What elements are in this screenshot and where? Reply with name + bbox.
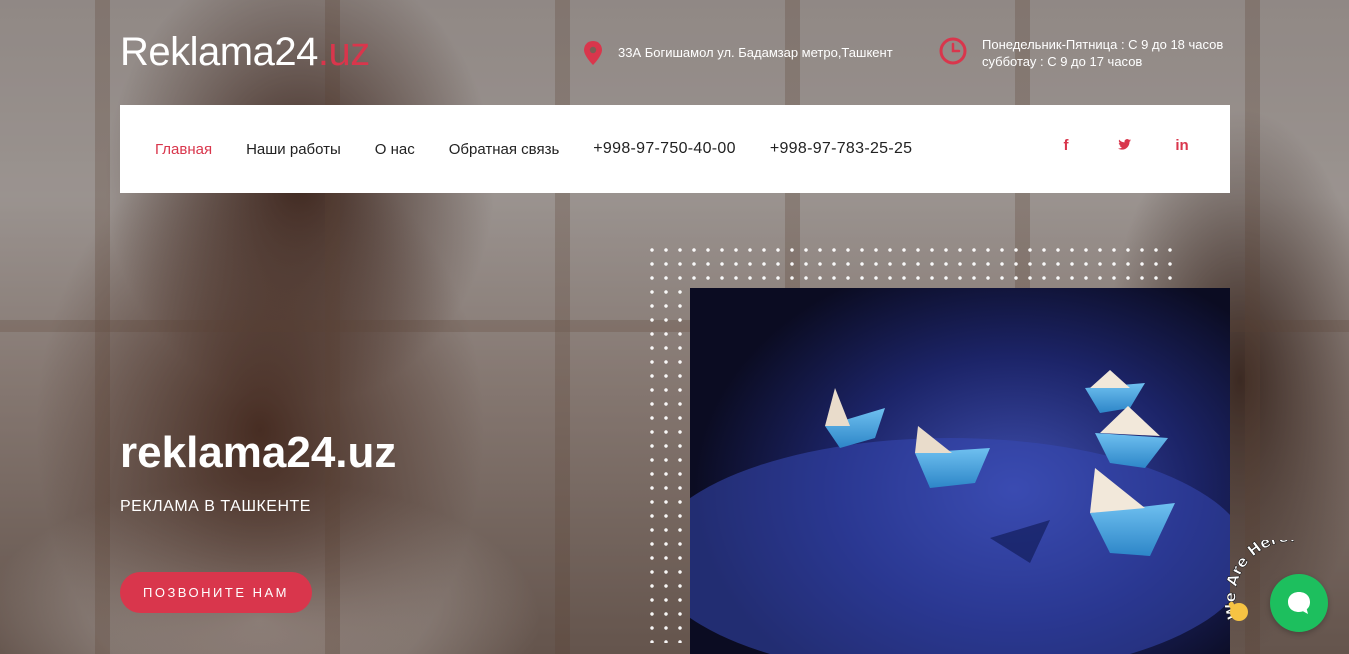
hours-saturday: субботау : С 9 до 17 часов [982,54,1143,69]
call-us-button[interactable]: ПОЗВОНИТЕ НАМ [120,572,312,613]
header-hours: Понедельник-Пятница : С 9 до 18 часов су… [938,36,1223,70]
nav-about[interactable]: О нас [375,141,415,158]
location-pin-icon [584,41,602,65]
paper-boat [1085,370,1145,413]
nav-phone-2[interactable]: +998-97-783-25-25 [770,140,913,158]
hero-title: reklama24.uz [120,428,397,477]
main-navbar: Главная Наши работы О нас Обратная связь… [120,105,1230,193]
social-links: f in [1058,137,1190,156]
chat-open-button[interactable] [1270,574,1328,632]
nav-our-works[interactable]: Наши работы [246,141,341,158]
logo-name: Reklama24 [120,30,318,74]
nav-phone-1[interactable]: +998-97-750-40-00 [593,140,736,158]
hero-subtitle: РЕКЛАМА В ТАШКЕНТЕ [120,498,311,515]
site-logo[interactable]: Reklama24.uz [120,30,370,75]
chat-bubble-icon [1288,592,1310,614]
nav-feedback[interactable]: Обратная связь [449,141,560,158]
logo-tld: .uz [317,30,370,74]
clock-icon [939,37,967,65]
hero-image-paper-boats [690,288,1230,654]
hours-weekdays: Понедельник-Пятница : С 9 до 18 часов [982,37,1224,52]
address-text: 33А Богишамол ул. Бадамзар метро,Ташкент [618,45,893,60]
twitter-icon[interactable] [1116,137,1132,156]
header-address: 33А Богишамол ул. Бадамзар метро,Ташкент [578,38,893,68]
nav-home[interactable]: Главная [155,141,212,158]
linkedin-icon[interactable]: in [1174,137,1190,156]
facebook-icon[interactable]: f [1058,137,1074,156]
